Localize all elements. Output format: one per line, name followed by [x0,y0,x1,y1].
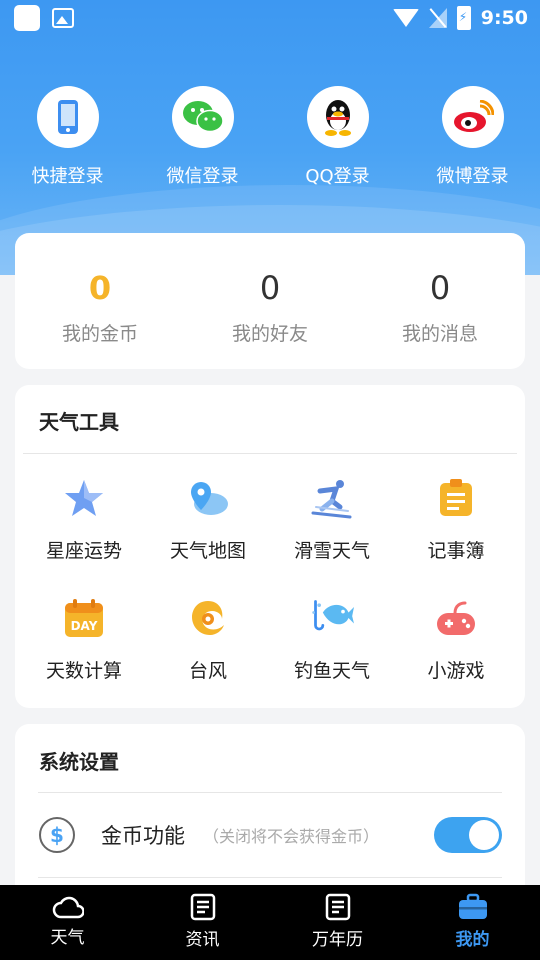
tool-horoscope[interactable]: 星座运势 [22,476,146,596]
cloud-icon [52,896,84,919]
tool-label: 天气地图 [169,540,246,562]
user-stats-card: 0 我的金币 0 我的好友 0 我的消息 [15,233,525,369]
login-label: 微信登录 [166,166,239,187]
skier-icon [310,476,354,520]
fish-hook-icon [310,596,354,640]
login-label: 微博登录 [436,166,509,187]
stat-label: 我的金币 [61,323,138,345]
status-bar: 9:50 [0,0,540,36]
tool-label: 钓鱼天气 [293,660,370,682]
toggle-knob [469,820,499,850]
qq-login-button[interactable]: QQ登录 [270,86,405,188]
briefcase-icon [458,893,487,919]
calendar-day-icon: DAY [62,596,106,640]
friend-count: 0 [259,269,281,307]
coin-count: 0 [88,269,112,307]
news-icon [190,893,215,921]
tab-label: 我的 [455,930,490,950]
tab-news[interactable]: 资讯 [135,885,270,960]
stat-friends[interactable]: 0 我的好友 [185,233,355,369]
image-notification-icon [52,8,74,28]
quick-login-button[interactable]: 快捷登录 [0,86,135,188]
tab-label: 天气 [50,928,85,948]
phone-icon [36,86,99,148]
tool-label: 星座运势 [45,540,122,562]
qq-penguin-icon [306,86,369,148]
wechat-login-button[interactable]: 微信登录 [135,86,270,188]
tool-mini-games[interactable]: 小游戏 [394,596,518,716]
divider [38,877,502,878]
section-title: 系统设置 [39,750,119,774]
gamepad-icon [434,596,478,640]
section-title: 天气工具 [39,410,119,434]
star-icon [62,476,106,520]
tool-label: 台风 [188,660,227,682]
notepad-icon [434,476,478,520]
tool-day-count[interactable]: DAY 天数计算 [22,596,146,716]
tool-label: 滑雪天气 [293,540,370,562]
bottom-tab-bar: 天气 资讯 万年历 我的 [0,885,540,960]
tab-label: 万年历 [312,930,363,950]
battery-charging-icon [456,6,471,30]
tab-weather[interactable]: 天气 [0,885,135,960]
message-count: 0 [429,269,451,307]
login-label: QQ登录 [305,166,370,187]
dollar-coin-icon: $ [39,817,75,853]
tool-label: 记事簿 [427,540,485,562]
tool-weather-map[interactable]: 天气地图 [146,476,270,596]
wechat-icon [171,86,234,148]
day-badge-text: DAY [71,619,98,633]
login-label: 快捷登录 [31,166,104,187]
weather-tools-card: 天气工具 星座运势 天气地图 滑雪天气 记事簿 DAY 天数计算 台风 钓鱼天气… [15,385,525,708]
clock: 9:50 [480,7,528,29]
tab-calendar[interactable]: 万年历 [270,885,405,960]
coin-feature-toggle[interactable] [434,817,502,853]
stat-label: 我的消息 [401,323,478,345]
tool-ski-weather[interactable]: 滑雪天气 [270,476,394,596]
setting-name: 金币功能 [101,824,185,848]
stat-label: 我的好友 [231,323,308,345]
map-pin-cloud-icon [186,476,230,520]
coin-feature-row: $ 金币功能 （关闭将不会获得金币） [15,793,525,877]
no-signal-icon [428,8,447,28]
tool-typhoon[interactable]: 台风 [146,596,270,716]
weibo-login-button[interactable]: 微博登录 [405,86,540,188]
tab-mine[interactable]: 我的 [405,885,540,960]
stat-messages[interactable]: 0 我的消息 [355,233,525,369]
calendar-doc-icon [325,893,350,921]
setting-hint: （关闭将不会获得金币） [203,827,380,846]
weibo-icon [441,86,504,148]
typhoon-icon [186,596,230,640]
wifi-icon [392,9,419,27]
tool-label: 小游戏 [427,660,485,682]
stat-coins[interactable]: 0 我的金币 [15,233,185,369]
tab-label: 资讯 [185,930,220,950]
notification-app-icon [14,5,40,31]
login-options: 快捷登录 微信登录 QQ登录 微博登录 [0,86,540,188]
tool-notepad[interactable]: 记事簿 [394,476,518,596]
tool-fishing-weather[interactable]: 钓鱼天气 [270,596,394,716]
tool-label: 天数计算 [45,660,122,682]
